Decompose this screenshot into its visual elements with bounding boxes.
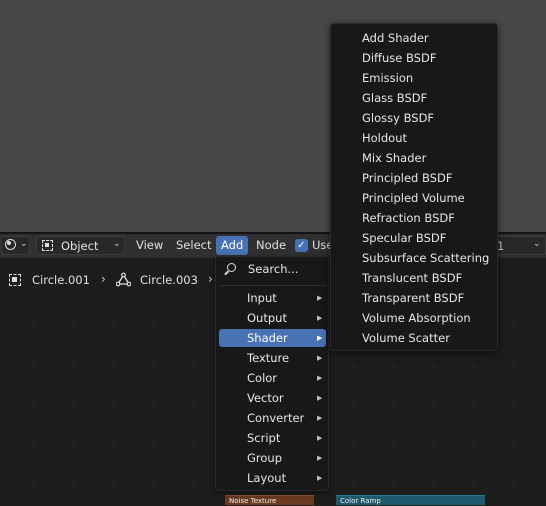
menu-separator [220,285,326,286]
object-shader-type-dropdown[interactable]: Object ⌄ [36,236,125,255]
category-label: Group [247,451,283,465]
menu-add[interactable]: Add [216,236,249,255]
shader-item-mix-shader[interactable]: Mix Shader [362,148,426,168]
submenu-arrow-icon: ▶ [317,374,323,382]
shader-item-transparent-bsdf[interactable]: Transparent BSDF [362,288,464,308]
shader-item-holdout[interactable]: Holdout [362,128,407,148]
search-label: Search... [248,262,299,276]
noise-texture-node[interactable]: Noise Texture [225,495,314,505]
shader-item-principled-bsdf[interactable]: Principled BSDF [362,168,452,188]
menu-select[interactable]: Select [171,236,216,255]
chevron-down-icon: ⌄ [113,239,121,249]
chevron-down-icon: ⌄ [533,239,541,249]
add-menu-converter[interactable]: Converter ▶ [219,409,326,427]
submenu-arrow-icon: ▶ [317,314,323,322]
category-label: Vector [247,391,284,405]
add-menu-vector[interactable]: Vector ▶ [219,389,326,407]
category-label: Shader [247,331,288,345]
editor-type-selector[interactable]: ⌄ [1,236,30,255]
breadcrumb-object: Circle.001 [32,273,90,287]
category-label: Texture [247,351,290,365]
add-menu-script[interactable]: Script ▶ [219,429,326,447]
menu-view[interactable]: View [131,236,168,255]
use-nodes-checkbox[interactable]: ✓ [295,239,308,252]
object-icon [9,274,21,286]
submenu-arrow-icon: ▶ [317,454,323,462]
category-label: Color [247,371,278,385]
shader-item-glass-bsdf[interactable]: Glass BSDF [362,88,427,108]
search-icon [227,263,236,272]
shader-item-specular-bsdf[interactable]: Specular BSDF [362,228,446,248]
object-icon [42,240,53,251]
add-menu-input[interactable]: Input ▶ [219,289,326,307]
add-menu-shader[interactable]: Shader ▶ [219,329,326,347]
breadcrumb-separator-icon: › [208,272,213,286]
submenu-arrow-icon: ▶ [317,294,323,302]
category-label: Converter [247,411,305,425]
menu-node[interactable]: Node [251,236,291,255]
shader-submenu: Add Shader Diffuse BSDF Emission Glass B… [330,23,498,351]
breadcrumb-mesh: Circle.003 [140,273,198,287]
add-menu-layout[interactable]: Layout ▶ [219,469,326,487]
shader-item-add-shader[interactable]: Add Shader [362,28,429,48]
category-label: Layout [247,471,287,485]
shader-item-volume-absorption[interactable]: Volume Absorption [362,308,471,328]
shader-item-subsurface-scattering[interactable]: Subsurface Scattering [362,248,489,268]
category-label: Input [247,291,277,305]
chevron-down-icon: ⌄ [20,239,28,249]
submenu-arrow-icon: ▶ [317,354,323,362]
submenu-arrow-icon: ▶ [317,414,323,422]
slot-value: 1 [497,239,505,253]
submenu-arrow-icon: ▶ [317,474,323,482]
add-menu-color[interactable]: Color ▶ [219,369,326,387]
mesh-icon [116,272,131,287]
shader-item-glossy-bsdf[interactable]: Glossy BSDF [362,108,434,128]
shader-item-volume-scatter[interactable]: Volume Scatter [362,328,450,348]
color-ramp-node[interactable]: Color Ramp [336,495,485,505]
submenu-arrow-icon: ▶ [317,334,323,342]
submenu-arrow-icon: ▶ [317,434,323,442]
shader-item-emission[interactable]: Emission [362,68,413,88]
category-label: Script [247,431,281,445]
submenu-arrow-icon: ▶ [317,394,323,402]
category-label: Output [247,311,287,325]
object-mode-label: Object [61,239,99,253]
add-menu-output[interactable]: Output ▶ [219,309,326,327]
add-menu-texture[interactable]: Texture ▶ [219,349,326,367]
shader-item-diffuse-bsdf[interactable]: Diffuse BSDF [362,48,436,68]
breadcrumb-separator-icon: › [101,272,106,286]
shader-item-refraction-bsdf[interactable]: Refraction BSDF [362,208,455,228]
shader-item-translucent-bsdf[interactable]: Translucent BSDF [362,268,462,288]
shader-editor-icon [5,239,16,250]
add-menu: Search... Input ▶ Output ▶ Shader ▶ Text… [215,256,329,491]
shader-item-principled-volume[interactable]: Principled Volume [362,188,465,208]
slot-dropdown[interactable]: 1 ⌄ [495,236,546,255]
search-menu-item[interactable]: Search... [220,260,326,280]
add-menu-group[interactable]: Group ▶ [219,449,326,467]
